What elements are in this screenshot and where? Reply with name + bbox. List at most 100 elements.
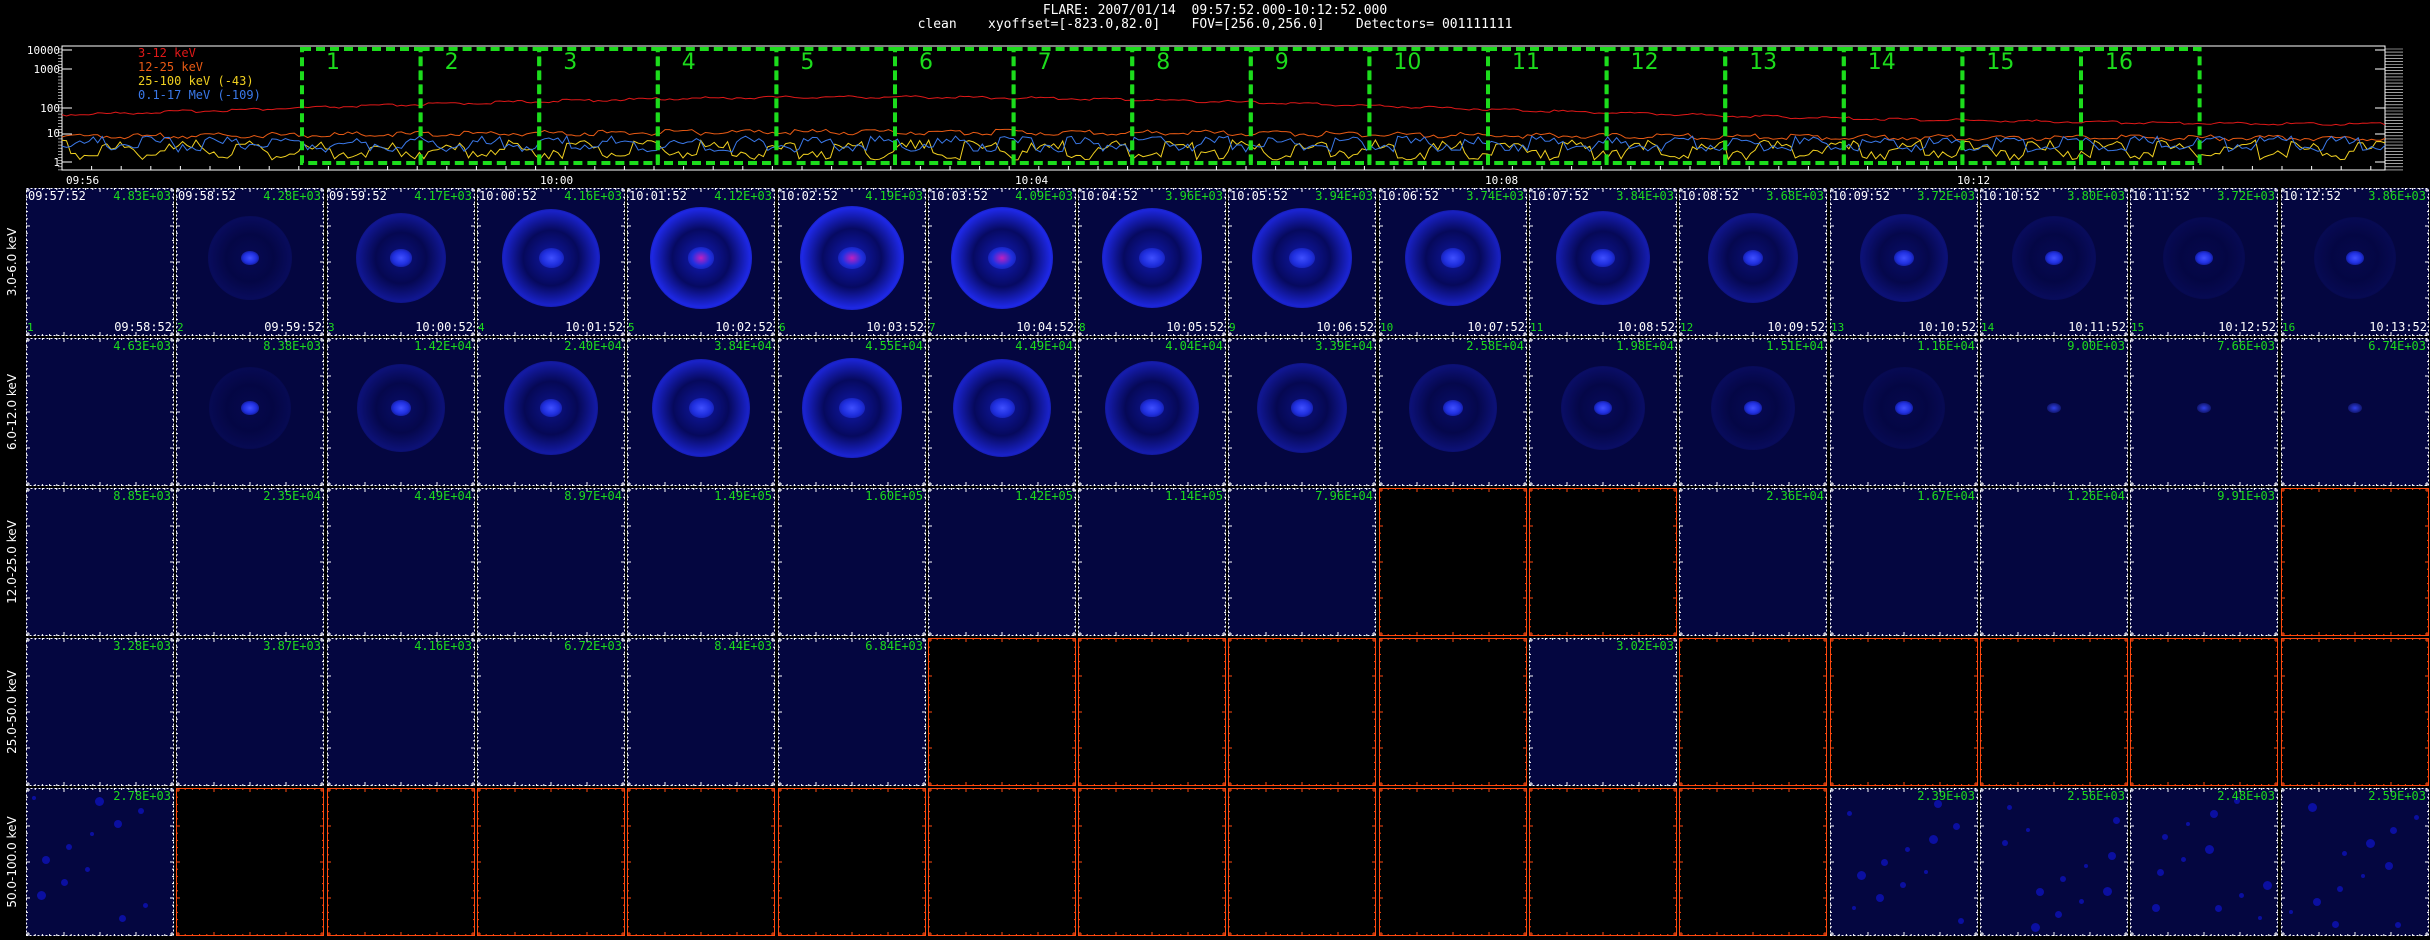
image-cell: 10:00:52 10:01:52 4 4.16E+03 [477, 188, 625, 336]
image-max-value: 3.74E+03 [1466, 189, 1524, 203]
image-cell: 1.26E+04 [1980, 488, 2128, 636]
interval-end-time: 10:09:52 [1767, 320, 1825, 334]
image-cell: 8.97E+04 [477, 488, 625, 636]
image-frame [1078, 488, 1226, 636]
interval-start-time: 10:00:52 [479, 189, 537, 203]
interval-end-time: 10:07:52 [1467, 320, 1525, 334]
interval-box [893, 47, 1016, 165]
image-max-value: 2.35E+04 [263, 489, 321, 503]
interval-start-time: 10:10:52 [1982, 189, 2040, 203]
interval-index: 2 [177, 321, 184, 334]
interval-start-time: 10:08:52 [1681, 189, 1739, 203]
image-frame [1379, 638, 1527, 786]
image-frame [1830, 788, 1978, 936]
image-max-value: 2.40E+04 [564, 339, 622, 353]
image-frame [1679, 488, 1827, 636]
source-core [838, 246, 866, 270]
image-frame [1228, 638, 1376, 786]
interval-start-time: 10:02:52 [780, 189, 838, 203]
image-frame [1980, 488, 2128, 636]
noise-speckle [2181, 857, 2186, 862]
image-cell: 6.74E+03 [2281, 338, 2429, 486]
image-cell: 2.58E+04 [1379, 338, 1527, 486]
interval-box [1130, 47, 1253, 165]
image-frame [1379, 788, 1527, 936]
noise-speckle [2313, 898, 2321, 906]
image-max-value: 2.56E+03 [2067, 789, 2125, 803]
noise-speckle [61, 879, 68, 886]
image-frame [176, 638, 324, 786]
interval-index: 10 [1380, 321, 1394, 334]
noise-speckle [2152, 904, 2160, 912]
interval-end-time: 09:59:52 [264, 320, 322, 334]
image-cell: 4.49E+04 [327, 488, 475, 636]
image-max-value: 1.60E+05 [865, 489, 923, 503]
interval-index: 5 [628, 321, 635, 334]
noise-speckle [2103, 887, 2112, 896]
image-frame [1830, 488, 1978, 636]
image-cell: 2.48E+03 [2130, 788, 2278, 936]
image-cell: 10:08:52 10:09:52 12 3.68E+03 [1679, 188, 1827, 336]
source-core [391, 400, 411, 416]
image-max-value: 1.49E+05 [714, 489, 772, 503]
source-core [1289, 247, 1315, 269]
interval-number: 10 [1393, 50, 1422, 75]
image-cell: 6.84E+03 [778, 638, 926, 786]
image-max-value: 4.28E+03 [263, 189, 321, 203]
image-max-value: 8.44E+03 [714, 639, 772, 653]
image-cell: 1.60E+05 [778, 488, 926, 636]
image-cell-empty [176, 788, 324, 936]
image-max-value: 3.28E+03 [113, 639, 171, 653]
image-max-value: 3.72E+03 [2217, 189, 2275, 203]
source-core [1894, 250, 1914, 266]
image-cell: 10:01:52 10:02:52 5 4.12E+03 [627, 188, 775, 336]
image-cell: 1.51E+04 [1679, 338, 1827, 486]
lightcurve-series [61, 138, 2386, 161]
noise-speckle [2108, 852, 2116, 860]
x-tick-label: 10:08 [1485, 174, 1519, 187]
image-frame [778, 638, 926, 786]
image-cell-empty [1679, 638, 1827, 786]
image-max-value: 1.42E+04 [414, 339, 472, 353]
interval-end-time: 10:13:52 [2369, 320, 2427, 334]
image-cell: 2.59E+03 [2281, 788, 2429, 936]
source-core [687, 247, 715, 269]
noise-speckle [1857, 871, 1866, 880]
image-cell-empty [1228, 788, 1376, 936]
image-frame [1078, 638, 1226, 786]
image-cell-empty [2281, 638, 2429, 786]
image-cell-empty [1529, 488, 1677, 636]
interval-start-time: 10:07:52 [1531, 189, 1589, 203]
interval-number: 15 [1986, 50, 2015, 75]
interval-end-time: 10:02:52 [715, 320, 773, 334]
interval-index: 7 [929, 321, 936, 334]
image-max-value: 3.02E+03 [1616, 639, 1674, 653]
noise-speckle [2308, 803, 2317, 812]
image-frame [1679, 788, 1827, 936]
image-max-value: 4.16E+03 [564, 189, 622, 203]
source-core [241, 401, 259, 415]
noise-speckle [1900, 882, 1906, 888]
interval-index: 3 [328, 321, 335, 334]
interval-box [1960, 47, 2084, 165]
source-core [839, 397, 865, 419]
image-frame [327, 638, 475, 786]
y-tick-label: 10 [46, 127, 60, 140]
image-cell: 9.91E+03 [2130, 488, 2278, 636]
image-frame [1529, 488, 1677, 636]
interval-box [1486, 47, 1609, 165]
noise-speckle [1924, 870, 1928, 874]
source-core [2348, 403, 2362, 413]
noise-speckle [1958, 918, 1964, 924]
image-frame [2130, 638, 2278, 786]
noise-speckle [2079, 899, 2084, 904]
interval-index: 11 [1530, 321, 1544, 334]
image-cell-empty [627, 788, 775, 936]
interval-number: 7 [1037, 50, 1052, 75]
image-max-value: 4.49E+04 [414, 489, 472, 503]
image-cell: 09:58:52 09:59:52 2 4.28E+03 [176, 188, 324, 336]
image-max-value: 3.87E+03 [263, 639, 321, 653]
image-cell-empty [1529, 788, 1677, 936]
image-cell: 2.40E+04 [477, 338, 625, 486]
interval-index: 12 [1680, 321, 1694, 334]
